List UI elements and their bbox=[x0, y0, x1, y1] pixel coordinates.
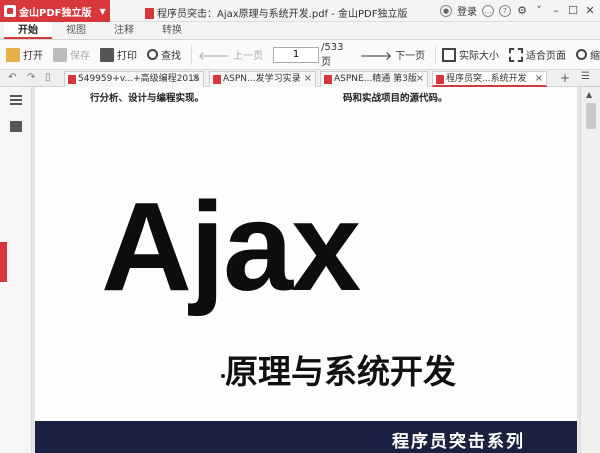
scrollbar-thumb[interactable] bbox=[586, 103, 596, 129]
close-tab-icon[interactable]: × bbox=[416, 72, 424, 86]
toolbar-divider bbox=[435, 44, 436, 65]
new-tab-icon[interactable]: + bbox=[560, 71, 570, 85]
login-link[interactable]: 登录 bbox=[457, 3, 477, 18]
open-button[interactable]: 打开 bbox=[6, 47, 43, 62]
tab-view[interactable]: 视图 bbox=[52, 22, 100, 39]
app-menu-button[interactable]: 金山PDF独立版 ▼ bbox=[0, 0, 110, 22]
cover-title: Ajax bbox=[101, 176, 361, 317]
title-bar-controls: ● 登录 … ? ⚙ ˅ – ☐ ✕ bbox=[440, 3, 596, 18]
settings-icon[interactable]: ⚙ bbox=[516, 4, 528, 17]
fit-page-icon bbox=[509, 47, 523, 62]
series-name: 程序员突击系列 bbox=[392, 432, 525, 452]
zoom-icon bbox=[576, 49, 587, 60]
left-sidebar bbox=[0, 87, 32, 453]
close-tab-icon[interactable]: × bbox=[304, 72, 312, 86]
tab-list-icon[interactable]: ☰ bbox=[581, 71, 590, 82]
user-icon[interactable]: ● bbox=[440, 4, 452, 17]
doc-tab-4[interactable]: 程序员突...系统开发 × bbox=[432, 71, 547, 87]
actual-size-button[interactable]: 实际大小 bbox=[442, 47, 499, 62]
arrow-left-icon: 🡐 bbox=[197, 48, 231, 63]
message-icon[interactable]: … bbox=[482, 4, 494, 17]
toolbar-divider bbox=[191, 44, 192, 65]
page-header-right: 码和实战项目的源代码。 bbox=[343, 93, 448, 104]
actual-size-icon bbox=[442, 47, 456, 62]
doc-tab-1[interactable]: 549959+v...+高级编程2015 × bbox=[64, 71, 204, 87]
doc-tab-2[interactable]: ASPN...发学习实录 × bbox=[209, 71, 316, 87]
print-button[interactable]: 打印 bbox=[100, 47, 137, 62]
page-header-left: 行分析、设计与编程实现。 bbox=[90, 93, 205, 104]
vertical-scrollbar[interactable]: ▲ bbox=[580, 87, 600, 453]
doc-tab-3[interactable]: ASPNE...精通 第3版 × bbox=[320, 71, 428, 87]
close-tab-icon[interactable]: × bbox=[535, 72, 543, 85]
document-icon[interactable]: ▯ bbox=[45, 72, 51, 83]
maximize-icon[interactable]: ☐ bbox=[567, 4, 579, 17]
next-page-button[interactable]: 🡒 下一页 bbox=[359, 47, 425, 63]
find-button[interactable]: 查找 bbox=[147, 47, 181, 62]
close-tab-icon[interactable]: × bbox=[192, 72, 200, 86]
prev-page-button[interactable]: 🡐 上一页 bbox=[197, 47, 263, 63]
main-toolbar: 打开 保存 打印 查找 🡐 上一页 /533页 🡒 下一页 实际大小 适合页面 … bbox=[0, 40, 600, 70]
outline-list-icon[interactable] bbox=[10, 95, 22, 106]
window-title: 程序员突击：Ajax原理与系统开发.pdf - 金山PDF独立版 bbox=[145, 5, 408, 20]
sidebar-collapse-handle[interactable] bbox=[0, 242, 7, 282]
search-icon bbox=[147, 49, 158, 60]
help-icon[interactable]: ? bbox=[499, 4, 511, 17]
page-number-input[interactable] bbox=[273, 46, 320, 63]
title-bar: 金山PDF独立版 ▼ 程序员突击：Ajax原理与系统开发.pdf - 金山PDF… bbox=[0, 0, 600, 22]
tab-start[interactable]: 开始 bbox=[4, 22, 52, 39]
arrow-right-icon: 🡒 bbox=[359, 48, 393, 63]
cover-subtitle: 原理与系统开发 bbox=[225, 352, 456, 391]
tab-convert[interactable]: 转换 bbox=[148, 22, 196, 39]
minimize-icon[interactable]: – bbox=[550, 4, 562, 17]
comment-icon[interactable] bbox=[10, 121, 22, 132]
pdf-file-icon bbox=[145, 8, 154, 19]
page-total: /533页 bbox=[321, 41, 344, 68]
document-tabs: ↶ ↷ ▯ 549959+v...+高级编程2015 × ASPN...发学习实录… bbox=[0, 70, 600, 87]
ribbon-tabs: 开始 视图 注释 转换 bbox=[0, 22, 600, 40]
zoom-button[interactable]: 缩 bbox=[576, 47, 600, 62]
app-logo-icon bbox=[4, 5, 16, 17]
tab-annotate[interactable]: 注释 bbox=[100, 22, 148, 39]
chevron-down-icon: ▼ bbox=[99, 6, 106, 16]
save-button[interactable]: 保存 bbox=[53, 47, 90, 62]
undo-icon[interactable]: ↶ bbox=[8, 72, 16, 83]
app-name: 金山PDF独立版 bbox=[19, 7, 92, 19]
printer-icon bbox=[100, 47, 114, 62]
dropdown-icon[interactable]: ˅ bbox=[533, 4, 545, 17]
close-icon[interactable]: ✕ bbox=[584, 4, 596, 17]
save-icon bbox=[53, 47, 67, 62]
document-viewport[interactable]: 行分析、设计与编程实现。 码和实战项目的源代码。 Ajax 原理与系统开发 程序… bbox=[32, 87, 580, 453]
folder-open-icon bbox=[6, 47, 20, 62]
pdf-page: 行分析、设计与编程实现。 码和实战项目的源代码。 Ajax 原理与系统开发 程序… bbox=[35, 87, 577, 453]
fit-page-button[interactable]: 适合页面 bbox=[509, 47, 566, 62]
redo-icon[interactable]: ↷ bbox=[27, 72, 35, 83]
scroll-up-icon[interactable]: ▲ bbox=[586, 90, 592, 99]
